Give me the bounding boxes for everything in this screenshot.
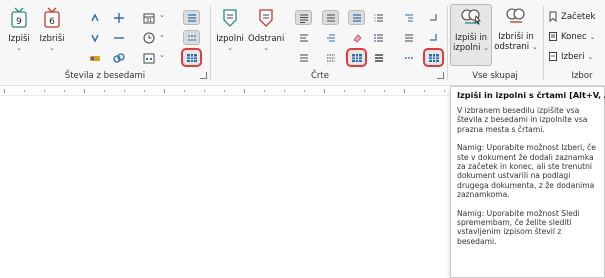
izpisi-in-izpolni-button[interactable]: Izpiši in izpolni ⌄ xyxy=(450,4,492,66)
chevron-down-icon: ⌄ xyxy=(227,44,233,52)
align-text-icon[interactable] xyxy=(295,10,312,25)
chevron-down-icon: ⌄ xyxy=(49,44,55,52)
minus-icon[interactable] xyxy=(110,30,127,45)
izpolni-button[interactable]: Izpolni ⌄ xyxy=(212,6,248,52)
group-label-stevila: Števila z besedami xyxy=(64,71,146,81)
izpisi-label: Izpiši xyxy=(8,34,30,44)
izpisi-button[interactable]: 9 Izpiši ⌄ xyxy=(4,6,34,52)
date-table-icon[interactable]: ⌄ xyxy=(140,50,165,65)
box-corner-icon[interactable] xyxy=(425,10,442,25)
list-lines-icon[interactable] xyxy=(183,10,200,25)
konec-label: Konec xyxy=(561,31,587,42)
dotted-lines-icon[interactable] xyxy=(322,50,339,65)
group-label-izbor: Izbor xyxy=(571,71,593,81)
konec-button[interactable]: Konec ⌄ xyxy=(548,31,596,42)
tooltip-title: Izpiši in izpolni s črtami [Alt+V, A] xyxy=(457,90,605,100)
group-separator xyxy=(210,6,211,80)
odstrani-label: odstrani xyxy=(494,42,530,52)
hanging-indent-icon[interactable] xyxy=(400,10,417,25)
lines-box-icon[interactable] xyxy=(322,10,339,25)
izpolni-label: Izpolni xyxy=(216,34,244,44)
zacetek-label: Začetek xyxy=(561,11,596,22)
izbrisi-in-label: Izbriši in xyxy=(498,32,534,42)
lines-table-button[interactable] xyxy=(346,48,367,67)
align-justify-icon[interactable] xyxy=(295,50,312,65)
izberi-label: Izberi xyxy=(561,51,585,62)
remove-lines-icon xyxy=(259,9,273,27)
clock-icon[interactable]: ⌄ xyxy=(140,30,165,45)
ribbon: 9 Izpiši ⌄ 6 Izbriši ⌄ 31 ⌄ ⌄ ⌄ Števila … xyxy=(0,0,605,86)
group-label-crte: Črte xyxy=(311,71,329,81)
izpolni-label: izpolni xyxy=(452,43,481,53)
izpisi-in-label: Izpiši in xyxy=(455,33,487,43)
svg-text:31: 31 xyxy=(145,18,151,24)
izbrisi-label: Izbriši xyxy=(39,34,65,44)
chevron-down-icon: ⌄ xyxy=(263,44,269,52)
chevron-down-icon: ⌄ xyxy=(159,11,165,19)
link-icon[interactable] xyxy=(110,50,127,65)
indent-lines-icon[interactable] xyxy=(322,30,339,45)
table-icon xyxy=(351,53,362,62)
bookmark-end-icon xyxy=(549,32,557,41)
box-corner-blue-icon[interactable] xyxy=(425,30,442,45)
odstrani-button[interactable]: Odstrani ⌄ xyxy=(248,6,284,52)
svg-text:9: 9 xyxy=(16,17,22,27)
tooltip-paragraph: V izbranem besedilu izpišite vsa števila… xyxy=(457,106,588,134)
select-icon xyxy=(549,52,557,61)
chevron-down-icon: ⌄ xyxy=(16,44,22,52)
izbrisi-in-odstrani-button[interactable]: Izbriši in odstrani ⌄ xyxy=(494,6,538,52)
group-label-vse: Vse skupaj xyxy=(472,71,518,81)
delete-and-remove-icon xyxy=(506,8,525,23)
group-separator xyxy=(447,6,448,80)
numbered-list-icon[interactable] xyxy=(370,10,387,25)
highlight-icon[interactable] xyxy=(86,50,103,65)
table-icon xyxy=(428,53,439,62)
number-tag-icon: 9 xyxy=(11,7,27,28)
dashed-row-icon[interactable] xyxy=(400,50,417,65)
zacetek-button[interactable]: Začetek xyxy=(548,11,595,22)
number-tag-delete-icon: 6 xyxy=(44,7,60,28)
svg-text:6: 6 xyxy=(49,17,55,27)
cursor-down-icon[interactable] xyxy=(86,30,103,45)
chevron-down-icon: ⌄ xyxy=(159,51,165,59)
group-separator xyxy=(543,6,544,80)
chevron-down-icon: ⌄ xyxy=(531,43,538,51)
chevron-down-icon: ⌄ xyxy=(159,31,165,39)
table-icon xyxy=(186,53,197,62)
fill-table-button[interactable] xyxy=(181,48,202,67)
tooltip: Izpiši in izpolni s črtami [Alt+V, A] V … xyxy=(450,86,605,278)
fill-lines-icon xyxy=(223,9,237,27)
plus-icon[interactable] xyxy=(110,10,127,25)
odstrani-label: Odstrani xyxy=(248,34,285,44)
tooltip-paragraph: Namig: Uporabite možnost Izberi, če ste … xyxy=(457,143,596,200)
dialog-launcher-icon[interactable] xyxy=(200,72,207,79)
izbrisi-button[interactable]: 6 Izbriši ⌄ xyxy=(36,6,68,52)
cursor-up-icon[interactable] xyxy=(86,10,103,25)
chevron-down-icon: ⌄ xyxy=(589,32,596,41)
write-and-fill-icon xyxy=(461,9,481,25)
tooltip-paragraph: Namig: Uporabite možnost Sledi sprememba… xyxy=(457,208,580,246)
dialog-launcher-icon[interactable] xyxy=(437,72,444,79)
izberi-button[interactable]: Izberi ⌄ xyxy=(548,51,593,62)
bullet-list-icon[interactable] xyxy=(370,30,387,45)
chevron-down-icon: ⌄ xyxy=(483,44,490,52)
chevron-down-icon: ⌄ xyxy=(587,52,594,61)
lines-right-icon[interactable] xyxy=(400,30,417,45)
thick-lines-icon[interactable] xyxy=(370,50,387,65)
bookmark-icon xyxy=(549,11,557,22)
calendar-icon[interactable]: 31 ⌄ xyxy=(140,10,165,25)
eraser-icon[interactable] xyxy=(348,30,365,45)
split-lines-icon[interactable] xyxy=(183,30,200,45)
align-left-icon[interactable] xyxy=(295,30,312,45)
list-blue-icon[interactable] xyxy=(348,10,365,25)
all-table-button[interactable] xyxy=(423,48,444,67)
